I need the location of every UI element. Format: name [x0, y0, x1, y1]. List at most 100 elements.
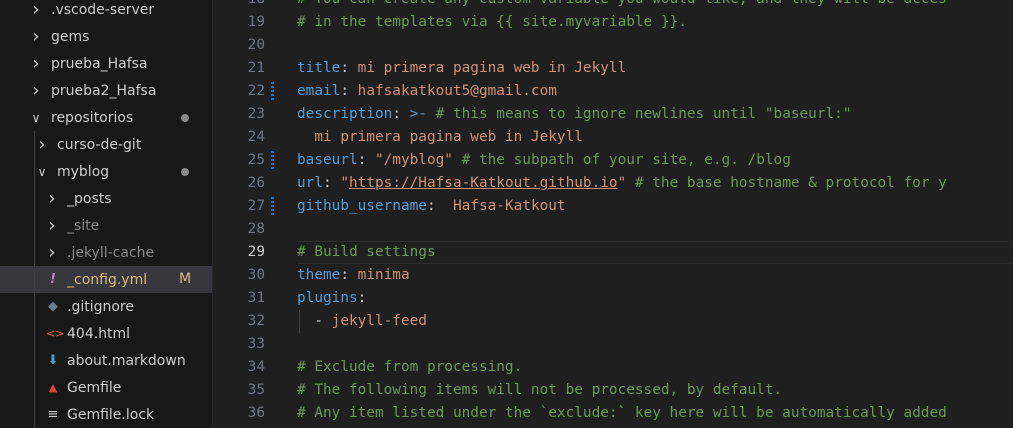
line-number: 36	[247, 405, 265, 421]
folder-item-site[interactable]: › _site	[0, 212, 212, 239]
modified-line-gutter-marker[interactable]	[271, 82, 274, 101]
tree-item-label: Gemfile	[67, 379, 122, 396]
explorer-sidebar: › .vscode-server › gems › prueba_Hafsa › prueba…	[0, 0, 212, 428]
tree-item-label: Gemfile.lock	[67, 406, 155, 423]
code-text: # Build settings	[297, 241, 436, 264]
code-token: :	[340, 83, 358, 99]
chevron-right-icon[interactable]: ›	[30, 80, 42, 101]
code-line[interactable]: 23 description: >- # this means to ignore…	[213, 103, 1013, 126]
code-token: :	[392, 106, 410, 122]
tree-item-label: _site	[67, 217, 100, 234]
html-tag-icon: <>	[46, 327, 65, 340]
folder-item-vscode-server[interactable]: › .vscode-server	[0, 0, 212, 23]
code-text: - jekyll-feed	[297, 310, 427, 333]
code-token: title	[297, 60, 341, 76]
line-number: 28	[247, 221, 265, 237]
line-number: 35	[247, 382, 265, 398]
code-token: :	[323, 175, 341, 191]
folder-item-jekyll-cache[interactable]: › .jekyll-cache	[0, 239, 212, 266]
line-number: 29	[247, 244, 265, 260]
file-item-config-yml[interactable]: ! _config.yml M	[0, 266, 212, 293]
code-link[interactable]: https://Hafsa-Katkout.github.io	[349, 175, 618, 191]
modified-line-gutter-marker[interactable]	[271, 151, 274, 170]
code-line[interactable]: 18 # You can create any custom variable y…	[213, 0, 1013, 11]
chevron-right-icon[interactable]: ›	[46, 188, 58, 209]
code-line[interactable]: 36 # Any item listed under the `exclude:`…	[213, 402, 1013, 425]
code-line[interactable]: 27 github_username: Hafsa-Katkout	[213, 195, 1013, 218]
tree-item-label: .vscode-server	[51, 1, 155, 18]
code-token: Hafsa-Katkout	[452, 198, 566, 214]
folder-item-prueba2-hafsa[interactable]: › prueba2_Hafsa	[0, 77, 212, 104]
code-token: minima	[357, 267, 410, 283]
line-number: 26	[247, 175, 265, 191]
code-text: baseurl: "/myblog" # the subpath of your…	[297, 149, 791, 172]
folder-item-curso-de-git[interactable]: › curso-de-git	[0, 131, 212, 158]
code-line[interactable]: 24 mi primera pagina web in Jekyll	[213, 126, 1013, 149]
chevron-right-icon[interactable]: ›	[30, 0, 42, 20]
git-status-badge: M	[179, 271, 192, 287]
code-text: mi primera pagina web in Jekyll	[297, 126, 583, 149]
folder-item-myblog[interactable]: ∨ myblog	[0, 158, 212, 185]
code-line[interactable]: 34 # Exclude from processing.	[213, 356, 1013, 379]
code-token: baseurl	[297, 152, 358, 168]
code-line[interactable]: 21 title: mi primera pagina web in Jekyll	[213, 57, 1013, 80]
code-line[interactable]: 35 # The following items will not be proc…	[213, 379, 1013, 402]
file-item-about-markdown[interactable]: ⬇ about.markdown	[0, 347, 212, 374]
folder-item-repositorios[interactable]: ∨ repositorios	[0, 104, 212, 131]
tree-item-label: myblog	[57, 163, 110, 180]
file-item-gitignore[interactable]: ◆ .gitignore	[0, 293, 212, 320]
chevron-right-icon[interactable]: ›	[46, 215, 58, 236]
code-token: description	[297, 106, 393, 122]
markdown-arrow-icon: ⬇	[47, 353, 59, 368]
folder-item-gems[interactable]: › gems	[0, 23, 212, 50]
file-item-gemfile[interactable]: ▲ Gemfile	[0, 374, 212, 401]
tree-item-label: 404.html	[67, 325, 131, 342]
modified-line-gutter-marker[interactable]	[271, 197, 274, 216]
code-token: :	[357, 290, 367, 306]
file-item-gemfile-lock[interactable]: ≡ Gemfile.lock	[0, 401, 212, 428]
code-line[interactable]: 19 # in the templates via {{ site.myvaria…	[213, 11, 1013, 34]
tree-item-label: _posts	[67, 190, 112, 207]
tree-item-label: .gitignore	[67, 298, 134, 315]
chevron-right-icon[interactable]: ›	[36, 134, 48, 155]
line-number: 21	[247, 60, 265, 76]
code-editor[interactable]: 18 # You can create any custom variable y…	[213, 0, 1013, 428]
code-text: email: hafsakatkout5@gmail.com	[297, 80, 557, 103]
code-token: # the subpath of your site, e.g. /blog	[452, 152, 791, 168]
code-text: github_username: Hafsa-Katkout	[297, 195, 566, 218]
code-text: # Any item listed under the `exclude:` k…	[297, 402, 947, 425]
folder-item-posts[interactable]: › _posts	[0, 185, 212, 212]
chevron-right-icon[interactable]: ›	[30, 26, 42, 47]
code-text: theme: minima	[297, 264, 410, 287]
chevron-down-icon[interactable]: ∨	[30, 111, 42, 125]
file-item-404-html[interactable]: <> 404.html	[0, 320, 212, 347]
folder-item-prueba-hafsa[interactable]: › prueba_Hafsa	[0, 50, 212, 77]
line-number: 20	[247, 37, 265, 53]
code-line[interactable]: 31 plugins:	[213, 287, 1013, 310]
code-line[interactable]: 33	[213, 333, 1013, 356]
chevron-down-icon[interactable]: ∨	[36, 165, 48, 179]
code-line[interactable]: 29 # Build settings	[213, 241, 1013, 264]
indent-guide	[299, 310, 300, 333]
tree-item-label: curso-de-git	[57, 136, 142, 153]
code-line[interactable]: 32 - jekyll-feed	[213, 310, 1013, 333]
code-line[interactable]: 20	[213, 34, 1013, 57]
code-token: # Build settings	[297, 244, 436, 260]
code-token: mi primera pagina web in Jekyll	[297, 129, 583, 145]
line-number: 24	[247, 129, 265, 145]
lines-icon: ≡	[47, 407, 59, 422]
code-token: # the base hostname & protocol for y	[626, 175, 947, 191]
tree-item-label: .jekyll-cache	[67, 244, 155, 261]
line-number: 27	[247, 198, 265, 214]
code-text: url: "https://Hafsa-Katkout.github.io" #…	[297, 172, 947, 195]
code-line[interactable]: 25 baseurl: "/myblog" # the subpath of yo…	[213, 149, 1013, 172]
code-line[interactable]: 26 url: "https://Hafsa-Katkout.github.io"…	[213, 172, 1013, 195]
tree-item-label: prueba_Hafsa	[51, 55, 148, 72]
code-line[interactable]: 28	[213, 218, 1013, 241]
code-line[interactable]: 22 email: hafsakatkout5@gmail.com	[213, 80, 1013, 103]
code-token: :	[357, 152, 375, 168]
code-token: "	[340, 175, 349, 191]
chevron-right-icon[interactable]: ›	[30, 53, 42, 74]
code-line[interactable]: 30 theme: minima	[213, 264, 1013, 287]
chevron-right-icon[interactable]: ›	[46, 242, 58, 263]
